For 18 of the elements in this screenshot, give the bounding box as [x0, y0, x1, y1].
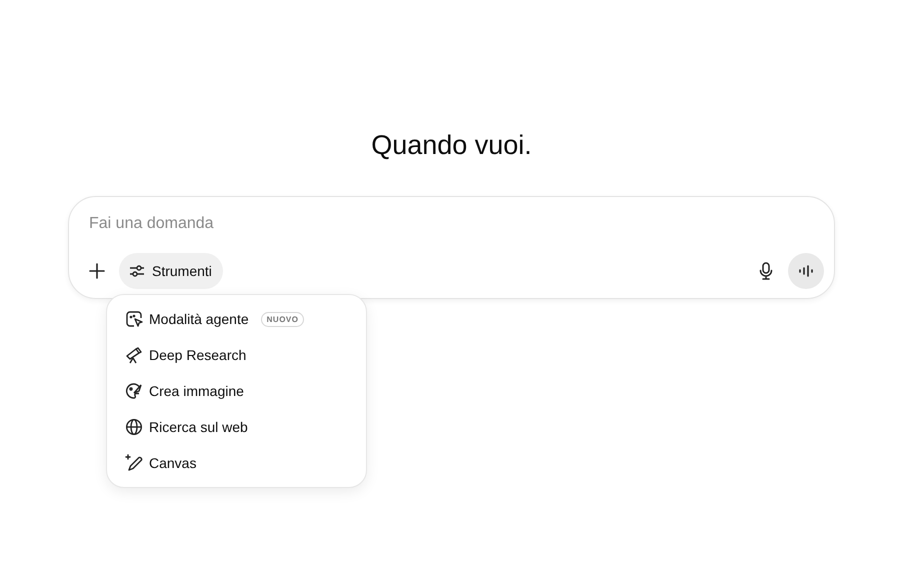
menu-item[interactable]: Crea immagine — [115, 373, 358, 409]
globe-icon — [125, 418, 143, 436]
tools-button[interactable]: Strumenti — [119, 253, 223, 289]
voice-mode-button[interactable] — [788, 253, 824, 289]
palette-icon — [125, 382, 143, 400]
menu-item[interactable]: Canvas — [115, 445, 358, 481]
menu-item[interactable]: Deep Research — [115, 337, 358, 373]
waveform-icon — [799, 265, 813, 277]
microphone-icon — [759, 262, 773, 280]
plus-icon — [89, 263, 105, 279]
cursor-frame-icon — [125, 310, 143, 328]
menu-item[interactable]: Ricerca sul web — [115, 409, 358, 445]
new-badge: NUOVO — [260, 312, 304, 326]
menu-item[interactable]: Modalità agente NUOVO — [115, 301, 358, 337]
sliders-icon — [129, 263, 145, 279]
pencil-sparkle-icon — [125, 454, 143, 472]
telescope-icon — [125, 346, 143, 364]
page-heading: Quando vuoi. — [371, 129, 532, 162]
